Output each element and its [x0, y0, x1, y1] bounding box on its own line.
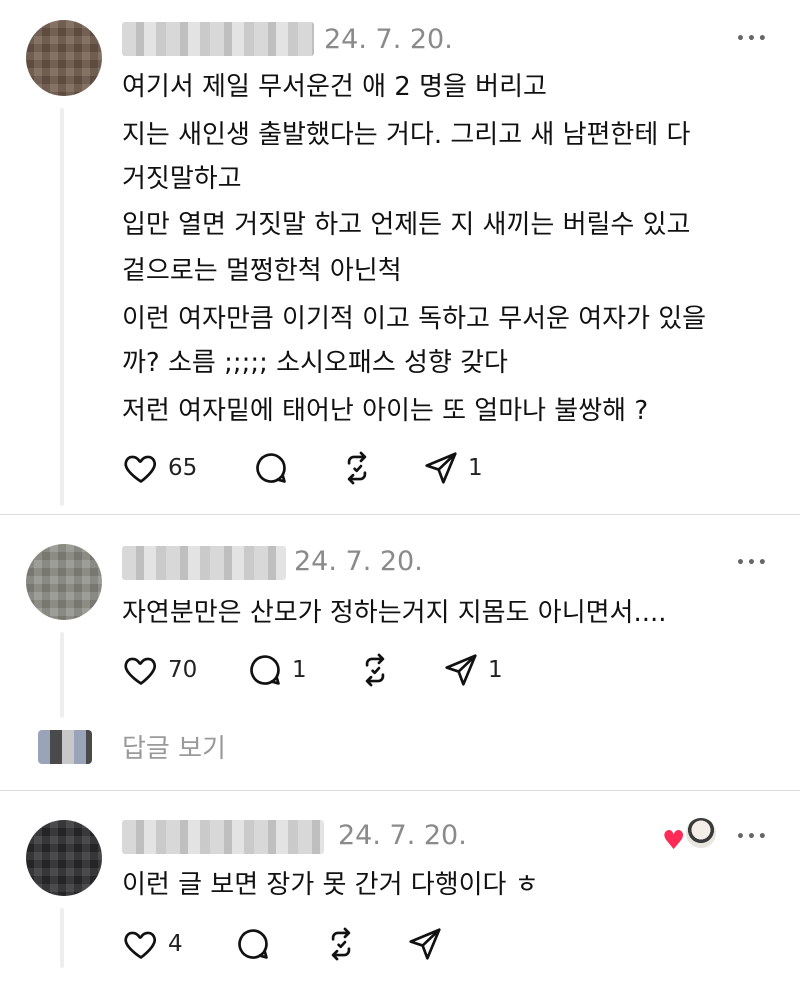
comment-text-line: 겉으로는 멀쩡한척 아닌척 — [122, 256, 402, 286]
thread-line — [60, 632, 64, 718]
like-count: 4 — [168, 931, 183, 957]
comment-text-line: 거짓말하고 — [122, 164, 242, 194]
username[interactable] — [122, 22, 314, 56]
username[interactable] — [122, 820, 324, 854]
reply-button[interactable] — [252, 448, 290, 488]
share-count: 1 — [488, 657, 503, 683]
avatar[interactable] — [26, 20, 102, 96]
repost-button[interactable] — [322, 924, 360, 964]
action-bar: 70 1 1 — [122, 650, 682, 690]
view-replies-row[interactable]: 답글 보기 — [0, 716, 800, 776]
like-button[interactable]: 70 — [122, 650, 197, 690]
reply-button[interactable]: 1 — [246, 650, 307, 690]
heart-icon — [124, 455, 156, 483]
red-heart-icon: ♥ — [662, 826, 686, 856]
share-button[interactable] — [406, 924, 444, 964]
repost-icon — [331, 927, 351, 961]
comment-text-line: 자연분만은 산모가 정하는거지 지몸도 아니면서.... — [122, 598, 667, 628]
comment-text-line: 저런 여자밑에 태어난 아이는 또 얼마나 불쌍해 ? — [122, 396, 649, 426]
more-icon[interactable]: ••• — [736, 830, 769, 844]
view-replies-link[interactable]: 답글 보기 — [122, 728, 226, 765]
author-avatar — [684, 816, 718, 850]
heart-icon — [124, 931, 156, 959]
action-bar: 4 — [122, 924, 682, 964]
reply-button[interactable] — [234, 924, 272, 964]
repost-button[interactable] — [338, 448, 376, 488]
like-count: 65 — [168, 455, 198, 481]
thread-line — [60, 908, 64, 968]
comment-text-line: 여기서 제일 무서운건 애 2 명을 버리고 — [122, 72, 547, 102]
send-icon — [425, 452, 457, 484]
share-button[interactable]: 1 — [442, 650, 503, 690]
comment-1: 24. 7. 20. ••• 여기서 제일 무서운건 애 2 명을 버리고 지는… — [0, 0, 800, 514]
share-button[interactable]: 1 — [422, 448, 483, 488]
repost-button[interactable] — [356, 650, 394, 690]
comment-text-line: 이런 여자만큼 이기적 이고 독하고 무서운 여자가 있을 — [122, 304, 707, 334]
like-count: 70 — [168, 657, 198, 683]
more-icon[interactable]: ••• — [736, 32, 769, 46]
comment-text-line: 입만 열면 거짓말 하고 언제든 지 새끼는 버릴수 있고 — [122, 210, 691, 240]
comment-text-line: 까? 소름 ;;;;; 소시오패스 성향 갖다 — [122, 348, 508, 378]
post-date: 24. 7. 20. — [338, 820, 467, 851]
comment-icon — [238, 929, 268, 959]
send-icon — [445, 654, 477, 686]
reply-avatars — [38, 730, 92, 764]
liked-by-author-badge: ♥ — [660, 816, 718, 856]
post-date: 24. 7. 20. — [324, 24, 453, 55]
comment-icon — [250, 655, 280, 685]
post-date: 24. 7. 20. — [294, 546, 423, 577]
thread-comments: 24. 7. 20. ••• 여기서 제일 무서운건 애 2 명을 버리고 지는… — [0, 0, 800, 981]
more-icon[interactable]: ••• — [736, 556, 769, 570]
action-bar: 65 1 — [122, 448, 682, 488]
send-icon — [409, 928, 441, 960]
repost-icon — [365, 653, 385, 687]
share-count: 1 — [468, 455, 483, 481]
repost-icon — [347, 451, 367, 485]
reply-count: 1 — [292, 657, 307, 683]
heart-icon — [124, 657, 156, 685]
like-button[interactable]: 4 — [122, 924, 183, 964]
comment-text-line: 이런 글 보면 장가 못 간거 다행이다 ㅎ — [122, 870, 539, 900]
like-button[interactable]: 65 — [122, 448, 197, 488]
avatar[interactable] — [26, 820, 102, 896]
comment-text-line: 지는 새인생 출발했다는 거다. 그리고 새 남편한테 다 — [122, 120, 691, 150]
avatar[interactable] — [26, 544, 102, 620]
username[interactable] — [122, 546, 286, 580]
comment-icon — [256, 453, 286, 483]
thread-line — [60, 108, 64, 506]
